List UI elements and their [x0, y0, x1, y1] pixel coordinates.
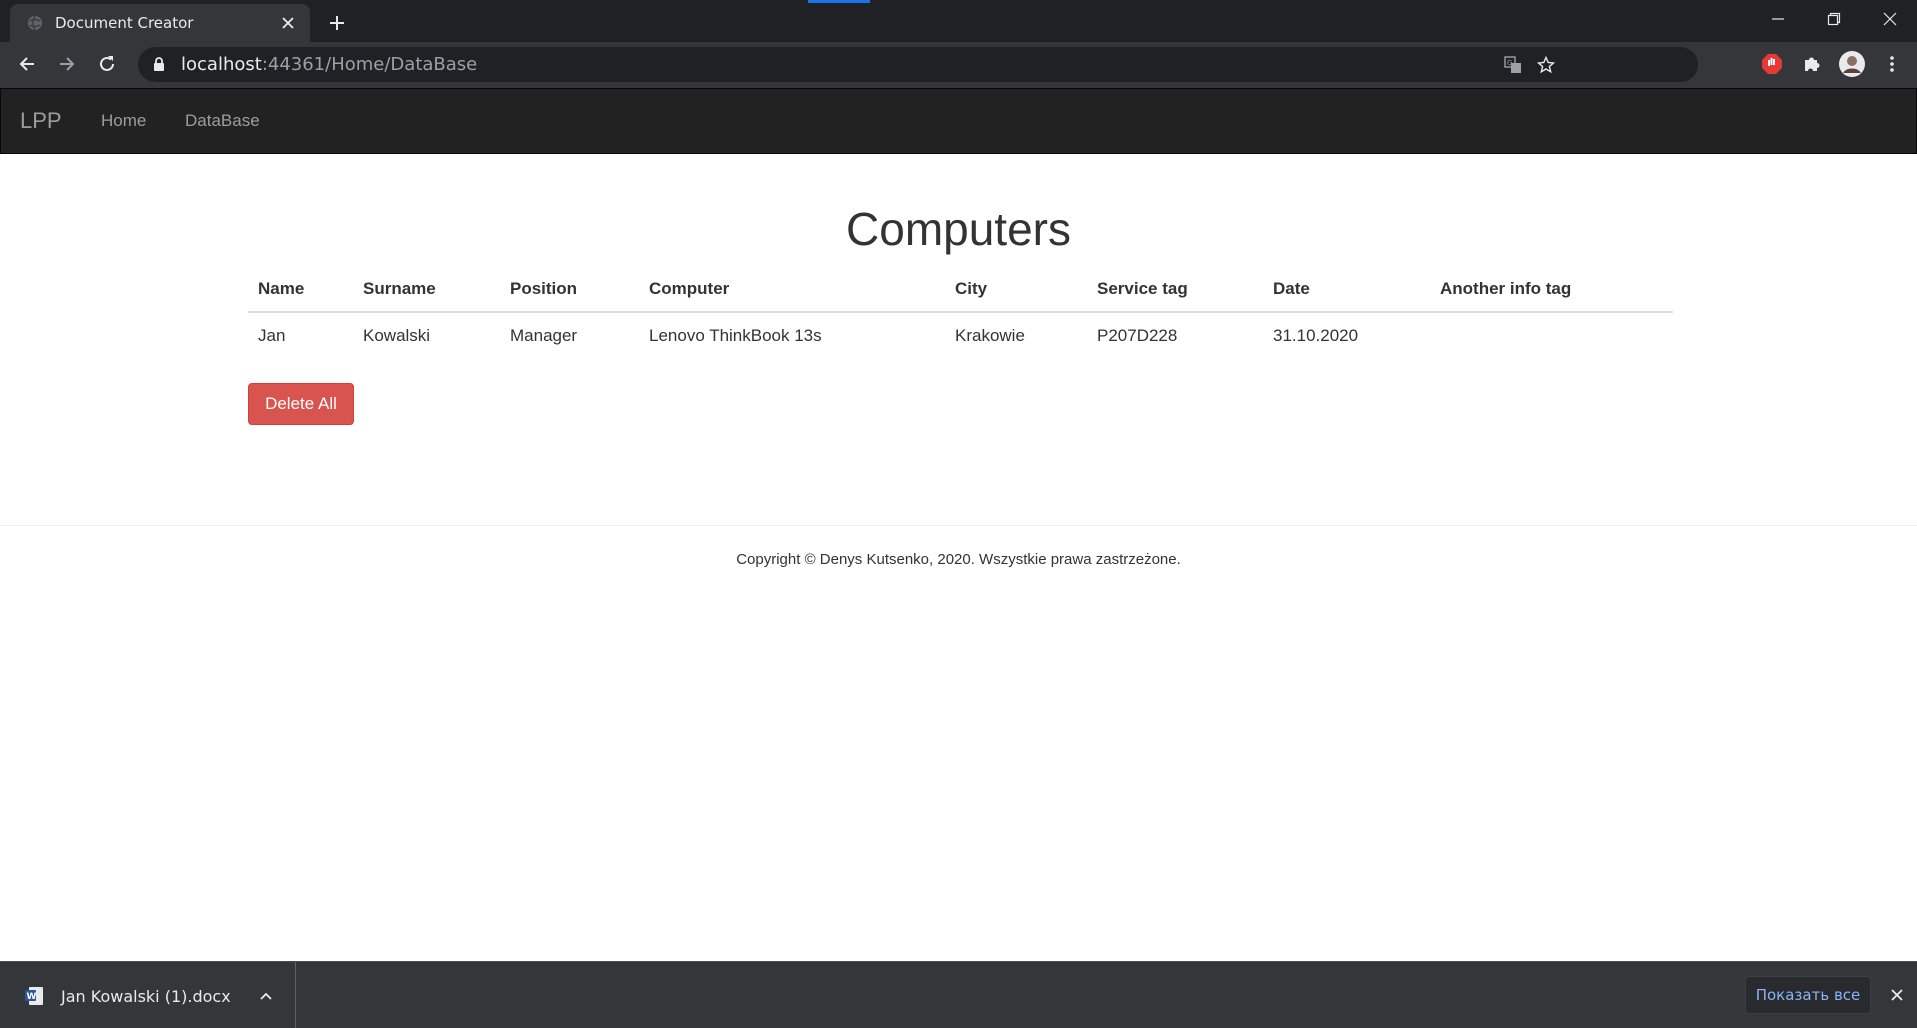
table-cell: Krakowie [955, 326, 1025, 345]
column-header: City [945, 266, 1087, 313]
close-icon [1883, 12, 1897, 26]
column-header: Name [248, 266, 353, 313]
arrow-left-icon [19, 57, 34, 71]
chevron-up-icon[interactable] [256, 986, 276, 1006]
download-file-name: Jan Kowalski (1).docx [61, 987, 231, 1006]
page-title: Computers [846, 203, 1071, 255]
browser-tab-strip: Document Creator [0, 0, 1917, 42]
column-header: Surname [353, 266, 500, 313]
kebab-menu-icon[interactable] [1876, 48, 1908, 80]
svg-text:W: W [27, 992, 37, 1002]
table-cell: 31.10.2020 [1273, 326, 1359, 345]
reload-button[interactable] [90, 47, 124, 81]
table-cell: P207D228 [1097, 326, 1178, 345]
nav-link-database[interactable]: DataBase [185, 111, 260, 131]
plus-icon [330, 16, 344, 30]
table-cell: Jan [258, 326, 286, 345]
forward-button[interactable] [50, 47, 84, 81]
back-button[interactable] [10, 47, 44, 81]
table-cell: Lenovo ThinkBook 13s [649, 326, 822, 345]
tab-title: Document Creator [55, 14, 194, 32]
download-item[interactable]: W Jan Kowalski (1).docx [0, 962, 296, 1028]
translate-icon[interactable]: G [1503, 55, 1523, 75]
table-cell: Manager [510, 326, 578, 345]
url-path: :44361/Home/DataBase [261, 54, 478, 75]
close-icon[interactable] [1886, 984, 1908, 1006]
download-shelf: W Jan Kowalski (1).docx Показать все [0, 961, 1917, 1028]
footer-copyright: Copyright © Denys Kutsenko, 2020. Wszyst… [736, 551, 1181, 568]
word-document-icon: W [24, 986, 44, 1006]
restore-icon [1827, 12, 1841, 26]
footer-divider [0, 525, 1917, 526]
column-header: Position [500, 266, 639, 313]
new-tab-button[interactable] [322, 8, 352, 38]
nav-link-home[interactable]: Home [101, 111, 146, 131]
minimize-icon [1772, 18, 1784, 20]
minimize-window-button[interactable] [1750, 0, 1806, 38]
restore-window-button[interactable] [1806, 0, 1862, 38]
brand-link[interactable]: LPP [20, 108, 62, 134]
url-host: localhost [181, 54, 262, 75]
profile-avatar[interactable] [1836, 48, 1868, 80]
table-cell: Kowalski [363, 326, 431, 345]
extensions-puzzle-icon[interactable] [1796, 48, 1828, 80]
show-all-downloads-button[interactable]: Показать все [1745, 976, 1871, 1014]
table-row: Jan Kowalski Manager Lenovo ThinkBook 13… [248, 312, 1673, 359]
arrow-right-icon [60, 57, 75, 71]
delete-all-button[interactable]: Delete All [248, 383, 354, 425]
svg-text:G: G [1507, 59, 1512, 67]
close-tab-icon[interactable] [276, 11, 300, 35]
bookmark-star-icon[interactable] [1536, 55, 1556, 75]
globe-icon [27, 15, 43, 31]
column-header: Computer [639, 266, 945, 313]
adblock-extension-icon[interactable] [1756, 48, 1788, 80]
url-text: localhost:44361/Home/DataBase [181, 54, 477, 75]
browser-toolbar: localhost:44361/Home/DataBase G [0, 42, 1917, 88]
site-navbar: LPP Home DataBase [0, 88, 1917, 154]
table-cell [1430, 312, 1673, 359]
reload-icon [100, 56, 114, 71]
tab-loading-indicator [808, 0, 870, 3]
computers-table: Name Surname Position Computer City Serv… [248, 266, 1673, 359]
lock-icon[interactable] [152, 57, 166, 73]
column-header: Service tag [1087, 266, 1263, 313]
column-header: Another info tag [1430, 266, 1673, 313]
address-bar[interactable]: localhost:44361/Home/DataBase G [138, 47, 1698, 82]
table-header-row: Name Surname Position Computer City Serv… [248, 266, 1673, 313]
column-header: Date [1263, 266, 1430, 313]
browser-tab[interactable]: Document Creator [10, 4, 310, 42]
close-window-button[interactable] [1862, 0, 1917, 38]
